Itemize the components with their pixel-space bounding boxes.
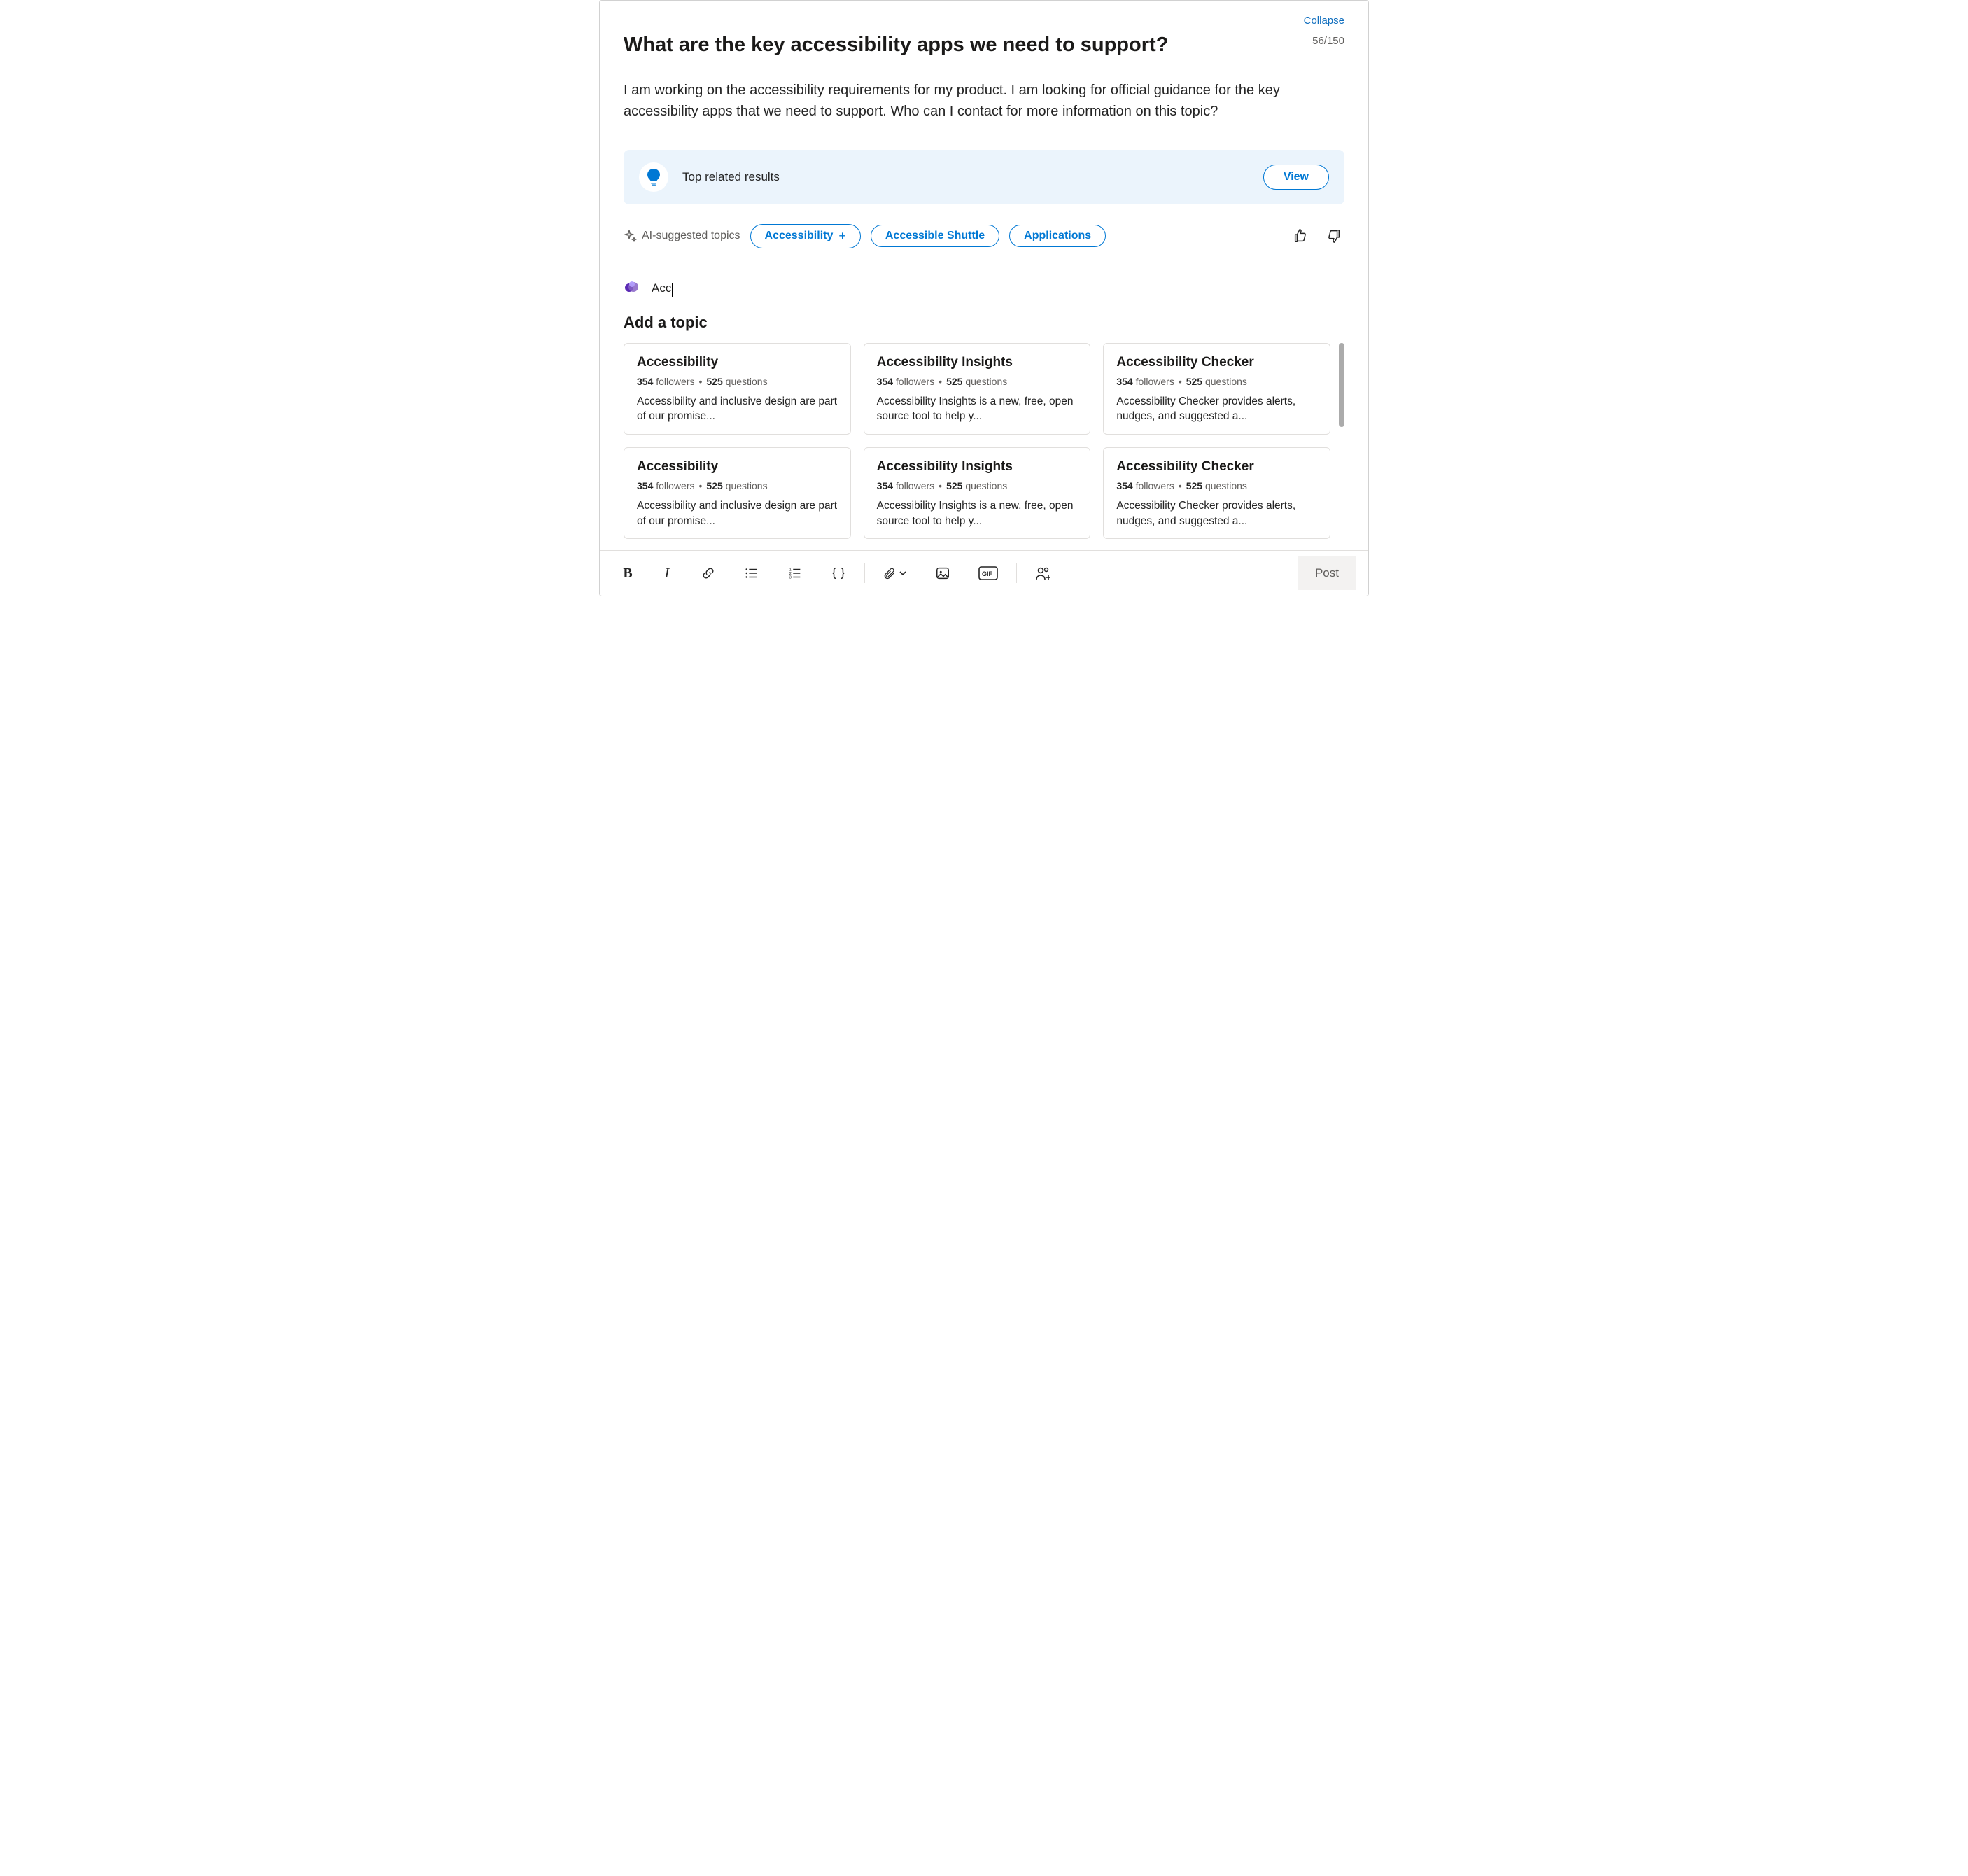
- topic-card[interactable]: Accessibility Checker 354 followers•525 …: [1103, 343, 1330, 435]
- topic-card-title: Accessibility: [637, 355, 838, 370]
- plus-icon: +: [838, 229, 846, 244]
- topic-card-meta: 354 followers•525 questions: [1116, 480, 1317, 491]
- topic-card-description: Accessibility and inclusive design are p…: [637, 498, 838, 528]
- topic-card-meta: 354 followers•525 questions: [1116, 376, 1317, 387]
- topic-card[interactable]: Accessibility Checker 354 followers•525 …: [1103, 447, 1330, 539]
- ai-topic-pill-applications[interactable]: Applications: [1009, 225, 1106, 247]
- topic-section: Acc Add a topic Accessibility 354 follow…: [600, 267, 1368, 545]
- link-button[interactable]: [696, 564, 720, 583]
- cards-scrollbar[interactable]: [1337, 343, 1344, 540]
- topic-card[interactable]: Accessibility 354 followers•525 question…: [624, 343, 851, 435]
- chevron-down-icon: [899, 569, 907, 578]
- topic-card-description: Accessibility Checker provides alerts, n…: [1116, 498, 1317, 528]
- question-title[interactable]: What are the key accessibility apps we n…: [624, 32, 1168, 59]
- code-block-button[interactable]: [827, 564, 850, 583]
- gif-button[interactable]: GIF: [974, 564, 1002, 583]
- compose-toolbar: B I 1: [600, 550, 1368, 596]
- topic-card-title: Accessibility Insights: [877, 459, 1078, 475]
- related-results-banner: Top related results View: [624, 150, 1344, 204]
- toolbar-separator: [1016, 564, 1017, 583]
- mention-people-button[interactable]: [1031, 564, 1056, 583]
- lightbulb-icon: [639, 162, 668, 192]
- topic-search-input[interactable]: Acc: [652, 280, 671, 296]
- thumbs-up-icon: [1293, 228, 1308, 244]
- topic-card-title: Accessibility Checker: [1116, 355, 1317, 370]
- ai-suggested-label: AI-suggested topics: [624, 229, 740, 243]
- copilot-icon: [624, 280, 640, 297]
- topic-card-meta: 354 followers•525 questions: [877, 376, 1078, 387]
- topic-card-title: Accessibility Checker: [1116, 459, 1317, 475]
- people-add-icon: [1035, 566, 1052, 581]
- attach-button[interactable]: [879, 564, 911, 583]
- post-button[interactable]: Post: [1298, 556, 1356, 590]
- numbered-list-icon: 1 2 3: [787, 566, 803, 581]
- toolbar-separator: [864, 564, 865, 583]
- topic-card-meta: 354 followers•525 questions: [637, 376, 838, 387]
- topic-card-title: Accessibility Insights: [877, 355, 1078, 370]
- gif-icon: GIF: [978, 566, 998, 580]
- bold-button[interactable]: B: [618, 564, 638, 583]
- numbered-list-button[interactable]: 1 2 3: [783, 564, 807, 583]
- topic-card-meta: 354 followers•525 questions: [637, 480, 838, 491]
- thumbs-down-icon: [1326, 228, 1342, 244]
- thumbs-up-button[interactable]: [1290, 225, 1311, 246]
- topic-card-description: Accessibility Insights is a new, free, o…: [877, 394, 1078, 424]
- bullet-list-icon: [744, 566, 759, 581]
- ai-topic-pill-accessibility[interactable]: Accessibility+: [750, 224, 861, 248]
- svg-text:3: 3: [789, 576, 792, 580]
- question-body[interactable]: I am working on the accessibility requir…: [624, 80, 1344, 122]
- header-area: Collapse What are the key accessibility …: [600, 1, 1368, 267]
- view-related-button[interactable]: View: [1263, 164, 1329, 190]
- compose-dialog: Collapse What are the key accessibility …: [599, 0, 1369, 596]
- topic-card-meta: 354 followers•525 questions: [877, 480, 1078, 491]
- image-button[interactable]: [931, 564, 955, 583]
- topic-card-description: Accessibility Insights is a new, free, o…: [877, 498, 1078, 528]
- collapse-link[interactable]: Collapse: [1304, 15, 1344, 27]
- topic-card-description: Accessibility Checker provides alerts, n…: [1116, 394, 1317, 424]
- scrollbar-thumb[interactable]: [1339, 343, 1344, 427]
- topic-card[interactable]: Accessibility Insights 354 followers•525…: [864, 447, 1091, 539]
- link-icon: [701, 566, 716, 581]
- char-counter: 56/150: [1312, 35, 1344, 47]
- paperclip-icon: [883, 566, 896, 581]
- topic-card[interactable]: Accessibility 354 followers•525 question…: [624, 447, 851, 539]
- topic-card-title: Accessibility: [637, 459, 838, 475]
- braces-icon: [831, 566, 846, 581]
- topic-card-description: Accessibility and inclusive design are p…: [637, 394, 838, 424]
- thumbs-down-button[interactable]: [1323, 225, 1344, 246]
- topic-card[interactable]: Accessibility Insights 354 followers•525…: [864, 343, 1091, 435]
- ai-topic-pill-accessible-shuttle[interactable]: Accessible Shuttle: [871, 225, 999, 247]
- bullet-list-button[interactable]: [740, 564, 764, 583]
- image-icon: [935, 566, 950, 581]
- related-results-label: Top related results: [682, 170, 780, 184]
- ai-suggestions-row: AI-suggested topics Accessibility+ Acces…: [624, 224, 1344, 267]
- add-topic-heading: Add a topic: [624, 314, 1344, 332]
- svg-text:GIF: GIF: [982, 570, 993, 578]
- sparkle-icon: [624, 229, 638, 243]
- italic-button[interactable]: I: [657, 564, 677, 583]
- topic-cards-grid: Accessibility 354 followers•525 question…: [624, 343, 1337, 540]
